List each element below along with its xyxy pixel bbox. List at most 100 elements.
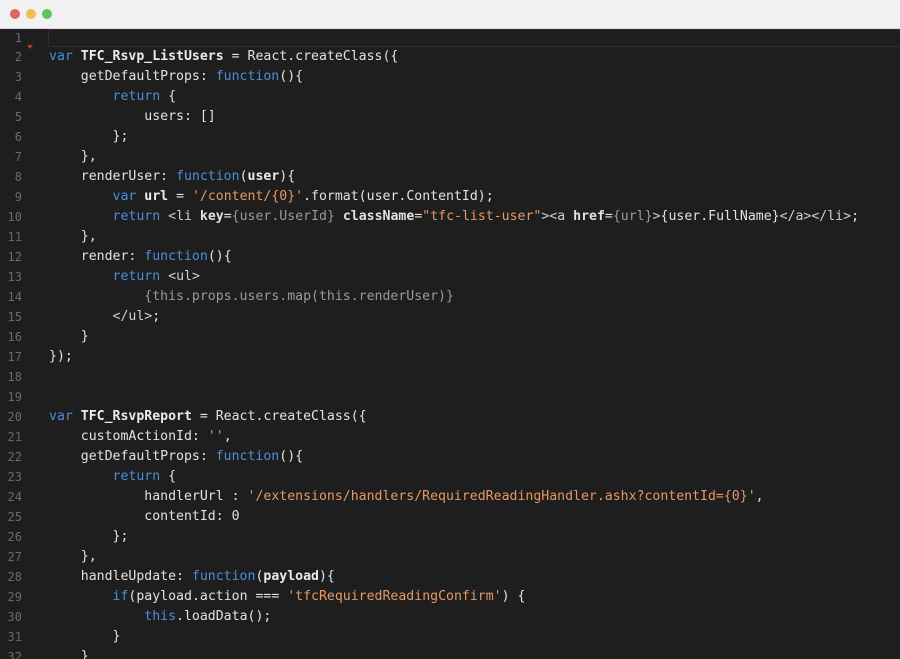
line-number: 21 xyxy=(7,430,22,444)
line-number: 17 xyxy=(7,350,22,364)
line-number: 11 xyxy=(7,230,22,244)
code-token: .format(user.ContentId); xyxy=(303,189,494,204)
line-number: 12 xyxy=(7,250,22,264)
code-line[interactable]: 2 var TFC_Rsvp_ListUsers = React.createCl… xyxy=(0,47,900,67)
minimize-window-button[interactable] xyxy=(26,9,36,19)
code-line[interactable]: 27 }, xyxy=(0,547,900,567)
close-window-button[interactable] xyxy=(10,9,20,19)
code-line[interactable]: 10 return <li key={user.UserId} classNam… xyxy=(0,207,900,227)
code-token: renderUser: xyxy=(49,169,177,184)
code-token: return xyxy=(112,209,161,224)
code-line[interactable]: 23 return { xyxy=(0,467,900,487)
line-code: getDefaultProps: function(){ xyxy=(49,67,303,87)
line-code: contentId: 0 xyxy=(49,507,240,527)
code-line[interactable]: 32 } xyxy=(0,647,900,659)
line-code: render: function(){ xyxy=(49,247,232,267)
code-line[interactable]: 12 render: function(){ xyxy=(0,247,900,267)
line-code: handleUpdate: function(payload){ xyxy=(49,567,335,587)
line-code: return <ul> xyxy=(49,267,200,287)
code-token: </a></li> xyxy=(779,209,852,224)
code-line[interactable]: 20 var TFC_RsvpReport = React.createClass… xyxy=(0,407,900,427)
line-code: }); xyxy=(49,347,73,367)
code-line[interactable]: 13 return <ul> xyxy=(0,267,900,287)
code-token: (payload.action === xyxy=(128,589,288,604)
code-line[interactable]: 16 } xyxy=(0,327,900,347)
code-line[interactable]: 11 }, xyxy=(0,227,900,247)
line-code: }; xyxy=(49,127,129,147)
code-line[interactable]: 24 handlerUrl : '/extensions/handlers/Re… xyxy=(0,487,900,507)
code-token: } xyxy=(49,329,89,344)
code-token: render: xyxy=(49,249,145,264)
line-code: </ul>; xyxy=(49,307,161,327)
code-line[interactable]: 31 } xyxy=(0,627,900,647)
code-token: = React.createClass({ xyxy=(223,49,399,64)
line-number: 28 xyxy=(7,570,22,584)
code-token: var xyxy=(49,49,81,64)
code-lines[interactable]: 1 2 var TFC_Rsvp_ListUsers = React.createC… xyxy=(0,29,900,659)
code-token: = React.createClass({ xyxy=(191,409,367,424)
line-code: }, xyxy=(49,227,97,247)
code-line[interactable]: 5 users: [] xyxy=(0,107,900,127)
line-code: return <li key={user.UserId} className="… xyxy=(49,207,859,227)
line-number: 30 xyxy=(7,610,22,624)
code-token: ){ xyxy=(318,569,335,584)
code-token: {user.FullName} xyxy=(660,209,780,224)
line-code: return { xyxy=(49,467,177,487)
code-token: (){ xyxy=(207,249,232,264)
line-number: 7 xyxy=(14,150,22,164)
code-token: if xyxy=(112,589,129,604)
code-line[interactable]: 17}); xyxy=(0,347,900,367)
code-token: ; xyxy=(152,309,161,324)
line-number: 5 xyxy=(14,110,22,124)
code-token: = xyxy=(168,189,192,204)
code-line[interactable]: 3 getDefaultProps: function(){ xyxy=(0,67,900,87)
code-line[interactable]: 28 handleUpdate: function(payload){ xyxy=(0,567,900,587)
code-line[interactable]: 7 }, xyxy=(0,147,900,167)
code-line[interactable]: 18 xyxy=(0,367,900,387)
line-number: 6 xyxy=(14,130,22,144)
code-token: contentId: 0 xyxy=(49,509,240,524)
line-code: } xyxy=(49,647,89,659)
code-line[interactable]: 6 }; xyxy=(0,127,900,147)
code-token: {url} xyxy=(612,209,653,224)
code-line[interactable]: 1 xyxy=(0,29,900,47)
code-line[interactable]: 22 getDefaultProps: function(){ xyxy=(0,447,900,467)
code-line[interactable]: 30 this.loadData(); xyxy=(0,607,900,627)
code-line[interactable]: 29 if(payload.action === 'tfcRequiredRea… xyxy=(0,587,900,607)
code-line[interactable]: 21 customActionId: '', xyxy=(0,427,900,447)
code-line[interactable]: 19 xyxy=(0,387,900,407)
code-token: handlerUrl : xyxy=(49,489,248,504)
code-token: getDefaultProps: xyxy=(49,69,216,84)
code-line[interactable]: 8 renderUser: function(user){ xyxy=(0,167,900,187)
code-token: }, xyxy=(49,549,97,564)
code-token: <li xyxy=(168,209,200,224)
line-code: customActionId: '', xyxy=(49,427,232,447)
code-line[interactable]: 4 return { xyxy=(0,87,900,107)
code-token: function xyxy=(215,449,280,464)
code-line[interactable]: 26 }; xyxy=(0,527,900,547)
code-token: className xyxy=(342,209,415,224)
line-number: 31 xyxy=(7,630,22,644)
code-token: '/extensions/handlers/RequiredReadingHan… xyxy=(247,489,756,504)
line-number: 15 xyxy=(7,310,22,324)
line-code: if(payload.action === 'tfcRequiredReadin… xyxy=(49,587,526,607)
code-line[interactable]: 14 {this.props.users.map(this.renderUser… xyxy=(0,287,900,307)
code-editor[interactable]: 1 2 var TFC_Rsvp_ListUsers = React.createC… xyxy=(0,29,900,659)
code-line[interactable]: 25 contentId: 0 xyxy=(0,507,900,527)
code-line[interactable]: 9 var url = '/content/{0}'.format(user.C… xyxy=(0,187,900,207)
title-bar xyxy=(0,0,900,29)
code-token: {this.props.users.map(this.renderUser)} xyxy=(144,289,454,304)
line-code: handlerUrl : '/extensions/handlers/Requi… xyxy=(49,487,763,507)
line-number: 13 xyxy=(7,270,22,284)
line-number: 18 xyxy=(7,370,22,384)
code-token: }, xyxy=(49,229,97,244)
code-token: TFC_RsvpReport xyxy=(80,409,192,424)
maximize-window-button[interactable] xyxy=(42,9,52,19)
code-line[interactable]: 15 </ul>; xyxy=(0,307,900,327)
code-token: { xyxy=(160,469,177,484)
